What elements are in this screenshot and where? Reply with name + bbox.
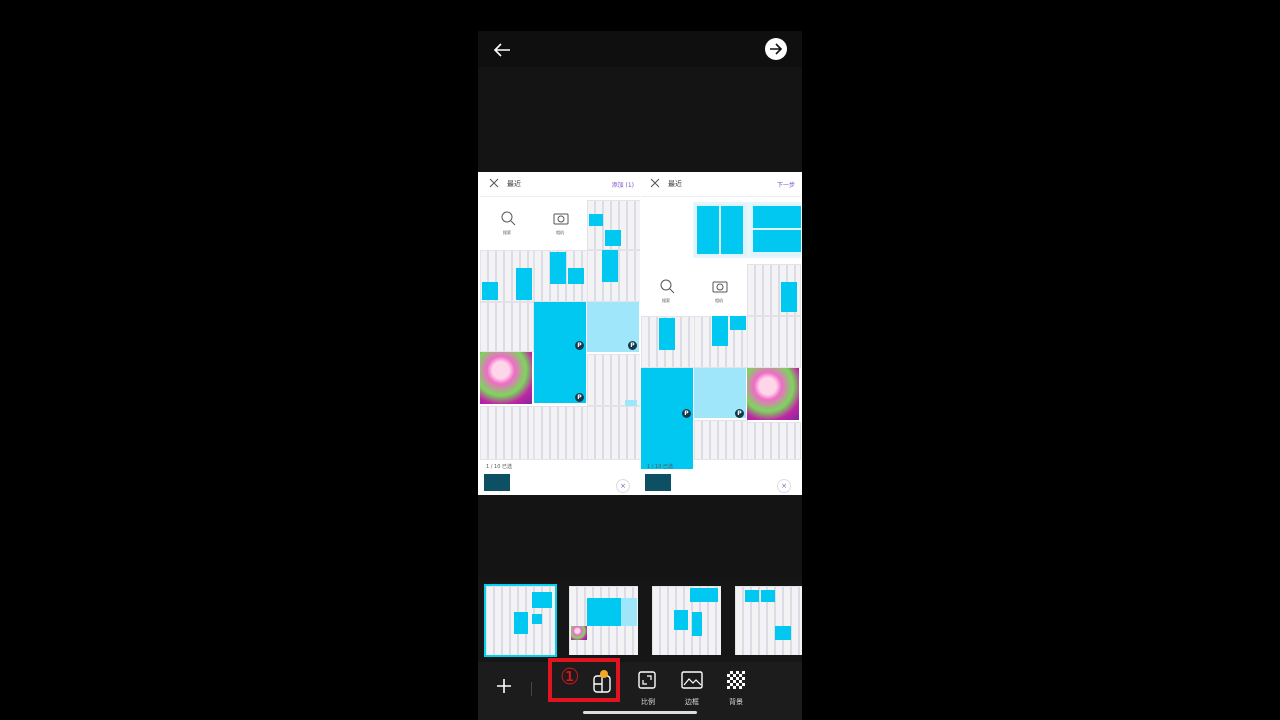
photo-block [550,252,566,284]
photo-block [712,316,728,346]
collage-panel-left[interactable]: 最近 添加 (1) 搜索 相机 P P P 1 / 10 已选 × [480,172,640,495]
photo-block [568,268,584,284]
template-block [587,598,623,626]
template-block [621,598,637,626]
step-number-marker: ① [560,665,580,690]
layout-cell [721,206,743,254]
p-badge: P [575,393,584,402]
template-block [775,626,791,640]
photo-block [482,282,498,300]
border-icon [681,671,703,689]
camera-icon [712,281,728,293]
camera-icon [553,213,569,225]
camera-label: 相机 [715,298,723,303]
search-label: 搜索 [503,230,511,235]
p-badge: P [735,409,744,418]
border-button[interactable] [680,670,704,694]
selected-photo-thumb [645,474,671,491]
photo-thumb [747,422,801,460]
template-block [761,590,775,602]
picker-title: 最近 [668,180,682,188]
layout-cell [753,206,801,228]
selected-photo-thumb [484,474,510,491]
ratio-label: 比例 [641,698,655,706]
close-icon [489,178,499,188]
selected-count: 1 / 10 已选 [486,464,512,470]
clear-selection-button: × [777,479,791,493]
photo-thumb [480,302,534,352]
p-badge: P [575,341,584,350]
background-button[interactable] [726,670,746,694]
photo-cell-colorful [747,368,799,420]
photo-cell [641,368,693,469]
add-button[interactable] [494,676,514,700]
picker-header: 最近 添加 (1) [480,172,640,197]
aspect-ratio-icon [638,671,656,689]
selected-count: 1 / 10 已选 [647,464,673,470]
photo-cell-colorful [480,352,532,404]
p-badge: P [682,409,691,418]
photo-thumb [480,406,534,460]
photo-thumb [694,420,748,460]
template-thumb[interactable] [735,586,802,655]
photo-cell [534,302,586,403]
photo-block [605,230,621,246]
collage-panel-right[interactable]: 最近 下一步 搜索 相机 P P 1 / 10 已选 × [641,172,801,495]
photo-block [589,214,603,226]
border-label: 边框 [685,698,699,706]
next-step-button: 下一步 [776,182,795,189]
next-button[interactable] [765,38,787,60]
search-icon [501,211,516,226]
collage-canvas[interactable]: 最近 添加 (1) 搜索 相机 P P P 1 / 10 已选 × 最近 下一步… [478,172,802,495]
home-indicator [583,711,697,714]
arrow-left-icon [493,43,510,57]
toolbar-divider [531,682,532,696]
step-highlight-box: ① [548,658,620,702]
photo-block [781,282,797,312]
p-badge: P [628,341,637,350]
ratio-button[interactable] [637,670,657,694]
add-button: 添加 (1) [611,182,634,189]
phone-screen: 最近 添加 (1) 搜索 相机 P P P 1 / 10 已选 × 最近 下一步… [478,31,802,720]
template-strip[interactable] [478,580,802,662]
template-block [532,614,542,624]
background-label: 背景 [729,698,743,706]
photo-block [602,250,618,282]
template-thumb[interactable] [569,586,638,655]
checkerboard-icon [727,671,745,689]
template-block [674,610,688,630]
search-label: 搜索 [662,298,670,303]
photo-block [516,268,532,300]
template-block [745,590,759,602]
photo-thumb [747,316,801,368]
photo-block [730,316,746,330]
layout-cell [697,206,719,254]
photo-thumb [587,406,640,460]
picker-title: 最近 [507,180,521,188]
back-button[interactable] [490,38,514,62]
search-icon [660,279,675,294]
close-icon [650,178,660,188]
template-thumb[interactable] [652,586,721,655]
camera-label: 相机 [556,230,564,235]
template-block [692,612,702,636]
template-block [514,612,528,634]
photo-thumb [587,354,640,406]
layout-cell [753,230,801,252]
photo-block [659,318,675,350]
template-block [532,592,552,608]
picker-header: 最近 下一步 [641,172,801,197]
photo-thumb [534,406,588,460]
arrow-right-circle-icon [770,43,783,55]
clear-selection-button: × [616,479,630,493]
template-block [571,626,587,640]
template-thumb[interactable] [484,584,557,657]
top-bar [478,31,802,67]
template-block [690,588,718,602]
plus-icon [497,679,511,693]
layout-option [749,202,801,258]
layout-option [693,202,749,258]
